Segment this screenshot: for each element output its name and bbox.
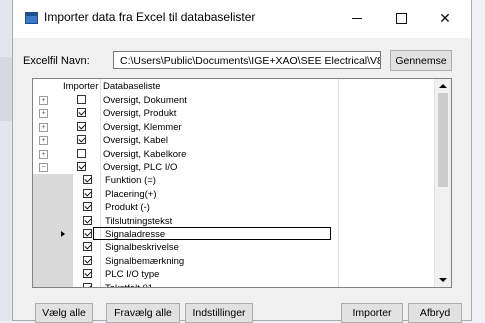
list-item[interactable]: + Oversigt, Kabel — [33, 134, 435, 147]
list-subitem[interactable]: Funktion (=) — [33, 174, 435, 188]
row-header-cell — [33, 268, 73, 282]
database-list-name: Signalbeskrivelse — [105, 242, 179, 254]
import-checkbox[interactable] — [83, 202, 92, 212]
import-checkbox[interactable] — [83, 269, 92, 279]
row-header-cell — [33, 187, 73, 202]
list-item[interactable]: + Oversigt, Dokument — [33, 94, 435, 107]
import-button[interactable]: Importer — [341, 303, 403, 323]
row-header-cell — [33, 201, 73, 215]
scrollbar-thumb[interactable] — [438, 93, 448, 187]
import-checkbox[interactable] — [83, 188, 92, 198]
list-subitem[interactable]: Placering(+) — [33, 187, 435, 202]
database-list-grid[interactable]: Importer Databaseliste + Oversigt, Dokume… — [32, 78, 452, 288]
list-item[interactable]: + Oversigt, Kabelkore — [33, 148, 435, 161]
database-list-name: Oversigt, Klemmer — [103, 121, 182, 133]
database-list-name: PLC I/O type — [105, 269, 160, 281]
list-subitem[interactable]: PLC I/O type — [33, 268, 435, 282]
database-list-name: Produkt (-) — [105, 202, 150, 214]
column-header-database-list: Databaseliste — [103, 81, 161, 92]
list-item[interactable]: − Oversigt, PLC I/O — [33, 161, 435, 174]
maximize-icon — [395, 12, 407, 24]
database-list-name: Signaladresse — [105, 229, 166, 240]
minimize-button[interactable] — [335, 0, 379, 36]
database-list-name: Tekstfelt 01 — [105, 282, 153, 287]
list-subitem[interactable]: Signalbemærkning — [33, 254, 435, 269]
row-header-cell — [33, 281, 73, 287]
row-header-cell — [33, 174, 73, 188]
minimize-icon — [352, 17, 362, 19]
scroll-up-button[interactable] — [435, 79, 451, 93]
import-checkbox[interactable] — [83, 229, 92, 238]
excel-file-path-input[interactable]: C:\Users\Public\Documents\IGE+XAO\SEE El… — [113, 51, 381, 69]
deselect-all-button[interactable]: Fravælg alle — [106, 303, 180, 323]
vertical-scrollbar[interactable] — [434, 79, 451, 287]
app-icon — [25, 12, 38, 24]
database-list-name: Oversigt, Dokument — [103, 95, 187, 106]
database-list-name: Oversigt, Kabel — [103, 135, 168, 147]
expand-icon[interactable]: + — [39, 109, 48, 119]
collapse-icon[interactable]: − — [39, 163, 48, 172]
select-all-button[interactable]: Vælg alle — [35, 303, 93, 323]
database-list-name: Signalbemærkning — [105, 255, 185, 267]
import-checkbox[interactable] — [83, 175, 92, 185]
arrow-up-icon — [439, 84, 447, 88]
arrow-down-icon — [439, 278, 447, 282]
background-panel — [0, 0, 12, 321]
row-header-cell — [33, 254, 73, 269]
import-checkbox[interactable] — [77, 135, 86, 145]
database-list-name: Funktion (=) — [105, 175, 156, 187]
import-checkbox[interactable] — [77, 121, 86, 131]
list-item[interactable]: + Oversigt, Klemmer — [33, 121, 435, 134]
database-list-name: Oversigt, Produkt — [103, 108, 177, 120]
excel-file-label: Excelfil Navn: — [23, 55, 90, 67]
window-title: Importer data fra Excel til databaselist… — [44, 10, 256, 24]
import-checkbox[interactable] — [83, 242, 92, 252]
grid-header: Importer Databaseliste — [33, 79, 435, 95]
import-checkbox[interactable] — [83, 282, 92, 287]
import-checkbox[interactable] — [77, 95, 86, 104]
list-subitem[interactable]: Signaladresse — [33, 227, 435, 242]
title-bar[interactable]: Importer data fra Excel til databaselist… — [13, 0, 471, 38]
import-checkbox[interactable] — [83, 255, 92, 265]
database-list-name: Tilslutningstekst — [105, 215, 173, 227]
list-subitem[interactable]: Produkt (-) — [33, 201, 435, 215]
import-checkbox[interactable] — [77, 108, 86, 118]
current-row-indicator-icon — [61, 231, 65, 237]
list-subitem[interactable]: Tekstfelt 01 — [33, 281, 435, 287]
database-list-name: Oversigt, PLC I/O — [103, 162, 178, 173]
row-header-cell — [33, 228, 73, 242]
maximize-button[interactable] — [379, 0, 423, 36]
list-item[interactable]: + Oversigt, Produkt — [33, 107, 435, 120]
row-header-cell — [33, 241, 73, 255]
expand-icon[interactable]: + — [39, 96, 48, 105]
database-list-name: Oversigt, Kabelkore — [103, 148, 187, 160]
list-subitem[interactable]: Tilslutningstekst — [33, 214, 435, 228]
cancel-button[interactable]: Afbryd — [408, 303, 462, 323]
list-subitem[interactable]: Signalbeskrivelse — [33, 241, 435, 255]
import-checkbox[interactable] — [77, 148, 86, 158]
import-checkbox[interactable] — [83, 215, 92, 225]
import-dialog: Importer data fra Excel til databaselist… — [12, 0, 472, 323]
database-list-name: Placering(+) — [105, 188, 157, 200]
column-header-import: Importer — [63, 81, 99, 92]
browse-button[interactable]: Gennemse — [390, 50, 452, 71]
close-icon: ✕ — [439, 9, 451, 26]
expand-icon[interactable]: + — [39, 122, 48, 132]
settings-button[interactable]: Indstillinger — [185, 303, 253, 323]
row-header-cell — [33, 214, 73, 228]
expand-icon[interactable]: + — [39, 136, 48, 146]
scroll-down-button[interactable] — [435, 273, 451, 287]
import-checkbox[interactable] — [77, 162, 86, 171]
expand-icon[interactable]: + — [39, 149, 48, 159]
close-button[interactable]: ✕ — [423, 0, 467, 36]
